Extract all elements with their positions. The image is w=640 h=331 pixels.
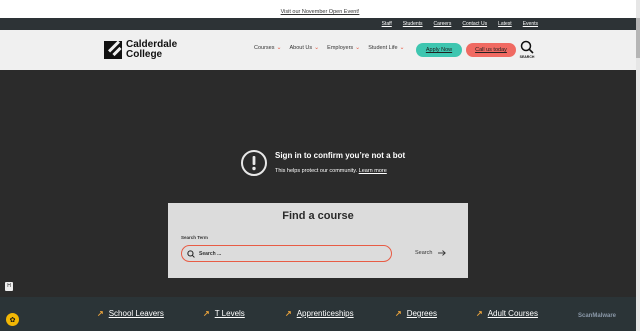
utility-bar: Staff Students Careers Contact Us Latest…: [0, 18, 640, 30]
course-search-placeholder: Search ...: [199, 250, 222, 257]
chevron-down-icon: ⌄: [314, 45, 320, 51]
main-nav: Courses ⌄ About Us ⌄ Employers ⌄ Student Li…: [254, 45, 405, 51]
search-icon: [187, 249, 195, 258]
cookie-icon: ✿: [9, 316, 16, 324]
apply-now-button[interactable]: Apply Now: [416, 43, 462, 57]
nav-item-employers[interactable]: Employers ⌄: [327, 45, 360, 51]
site-header: Calderdale College Courses ⌄ About Us ⌄ Em…: [0, 30, 640, 70]
utility-link-careers[interactable]: Careers: [434, 18, 452, 30]
learn-more-link[interactable]: Learn more: [359, 168, 387, 174]
arrow-up-right-icon: ↗: [285, 309, 292, 318]
quick-link-apprenticeships[interactable]: ↗ Apprenticeships: [285, 309, 354, 318]
search-icon: [520, 40, 534, 54]
arrow-up-right-icon: ↗: [97, 309, 104, 318]
chevron-down-icon: ⌄: [399, 45, 405, 51]
chevron-down-icon: ⌄: [355, 45, 361, 51]
cookie-settings-button[interactable]: ✿: [6, 313, 19, 326]
quick-links-bar: ↗ School Leavers ↗ T Levels ↗ Apprentice…: [0, 297, 640, 331]
course-search-input[interactable]: Search ...: [181, 245, 392, 262]
course-search-button[interactable]: Search: [415, 250, 447, 256]
alert-icon: [241, 150, 267, 176]
announcement-bar: Visit our November Open Event!: [0, 0, 640, 18]
find-course-heading: Find a course: [282, 210, 354, 222]
bot-check-notice: Sign in to confirm you’re not a bot This…: [240, 149, 405, 177]
search-term-label: Search Term: [181, 235, 208, 240]
college-logo[interactable]: Calderdale College: [104, 40, 177, 59]
header-search-button[interactable]: SEARCH: [519, 40, 535, 59]
quick-link-adult-courses[interactable]: ↗ Adult Courses: [476, 309, 538, 318]
quick-link-t-levels[interactable]: ↗ T Levels: [203, 309, 245, 318]
call-us-button[interactable]: Call us today: [466, 43, 516, 57]
nav-item-student-life[interactable]: Student Life ⌄: [368, 45, 404, 51]
find-course-panel: Find a course Search Term Search ... Sea…: [168, 203, 468, 278]
arrow-right-icon: [438, 250, 447, 256]
utility-links: Staff Students Careers Contact Us Latest…: [382, 18, 538, 30]
quick-link-school-leavers[interactable]: ↗ School Leavers: [97, 309, 164, 318]
utility-link-events[interactable]: Events: [523, 18, 538, 30]
search-label: SEARCH: [519, 55, 535, 59]
announcement-link[interactable]: Visit our November Open Event!: [281, 9, 360, 15]
arrow-up-right-icon: ↗: [203, 309, 210, 318]
utility-link-students[interactable]: Students: [403, 18, 423, 30]
arrow-up-right-icon: ↗: [395, 309, 402, 318]
scrollbar-thumb[interactable]: [636, 18, 640, 58]
logo-text: Calderdale College: [126, 39, 178, 60]
nav-item-courses[interactable]: Courses ⌄: [254, 45, 282, 51]
utility-link-latest[interactable]: Latest: [498, 18, 512, 30]
bot-check-subtitle: This helps protect our community. Learn …: [275, 168, 387, 174]
side-widget-badge[interactable]: H: [5, 282, 13, 291]
quick-link-degrees[interactable]: ↗ Degrees: [395, 309, 437, 318]
utility-link-contact[interactable]: Contact Us: [462, 18, 487, 30]
page-scrollbar[interactable]: [636, 0, 640, 331]
bot-check-title: Sign in to confirm you’re not a bot: [275, 151, 406, 160]
nav-item-about[interactable]: About Us ⌄: [290, 45, 320, 51]
arrow-up-right-icon: ↗: [476, 309, 483, 318]
chevron-down-icon: ⌄: [276, 45, 282, 51]
logo-mark-icon: [104, 40, 122, 59]
watermark-text: ScanMalware: [578, 313, 617, 319]
utility-link-staff[interactable]: Staff: [382, 18, 392, 30]
